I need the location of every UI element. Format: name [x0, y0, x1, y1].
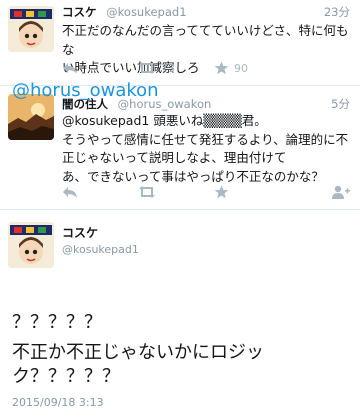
tweet-actions: 73 90 — [62, 61, 360, 79]
tweet-header: コスケ @kosukepad1 23分 — [62, 4, 350, 20]
retweet-icon — [139, 62, 155, 74]
tweet-date: 2015/09/18 3:13 — [12, 396, 104, 409]
reply-icon — [63, 63, 77, 74]
tweet-line: 正じゃないって説明しなよ、理由付けて — [62, 150, 287, 165]
display-name[interactable]: コスケ — [62, 5, 97, 19]
reply-button[interactable] — [62, 61, 78, 75]
avatar[interactable] — [8, 222, 54, 268]
tweet-line: @kosukepad1 頭悪いね▒▒▒▒君。 — [62, 113, 267, 128]
tweet-text: @kosukepad1 頭悪いね▒▒▒▒君。 そうやって感情に任せて発狂するより… — [62, 112, 352, 186]
retweet-button[interactable] — [138, 185, 156, 199]
like-button[interactable]: 90 — [214, 61, 248, 75]
mention-link[interactable]: @horus_owakon — [12, 80, 159, 101]
user-handle[interactable]: @kosukepad1 — [62, 243, 139, 256]
tweet-line: ？？？？？ — [12, 312, 102, 333]
retweet-icon — [139, 186, 155, 198]
tweet-line: 不正か不正じゃないかにロジッ — [12, 342, 264, 363]
user-handle[interactable]: @kosukepad1 — [106, 5, 186, 19]
tweet-line: ク？？？？？ — [12, 366, 120, 387]
timestamp[interactable]: 5分 — [331, 96, 350, 112]
tweet-line: あ、できないって事はやっぱり不正なのかな？ — [62, 168, 324, 184]
star-icon — [214, 61, 229, 75]
star-icon — [214, 185, 229, 199]
tweet-2[interactable]: 闇の住人 @horus_owakon 5分 @kosukepad1 頭悪いね▒▒… — [0, 86, 360, 210]
retweet-count: 73 — [161, 61, 175, 75]
tweet-actions — [62, 185, 360, 203]
follow-button[interactable] — [332, 185, 350, 200]
tweet-line: そうやって感情に任せて発狂するより、論理的に不 — [62, 131, 349, 147]
tweet-1[interactable]: コスケ @kosukepad1 23分 不正だのなんだの言っててていいけどさ、特… — [0, 0, 360, 86]
reply-button[interactable] — [62, 185, 78, 199]
display-name[interactable]: コスケ — [62, 224, 98, 241]
timestamp[interactable]: 23分 — [324, 4, 350, 20]
add-user-icon — [332, 185, 350, 199]
tweet-line: 不正だのなんだの言っててていいけどさ、特に何もな — [62, 23, 349, 57]
retweet-button[interactable]: 73 — [138, 61, 175, 75]
avatar[interactable] — [8, 6, 54, 52]
like-button[interactable] — [214, 185, 229, 199]
like-count: 90 — [234, 61, 248, 75]
reply-icon — [63, 187, 77, 198]
